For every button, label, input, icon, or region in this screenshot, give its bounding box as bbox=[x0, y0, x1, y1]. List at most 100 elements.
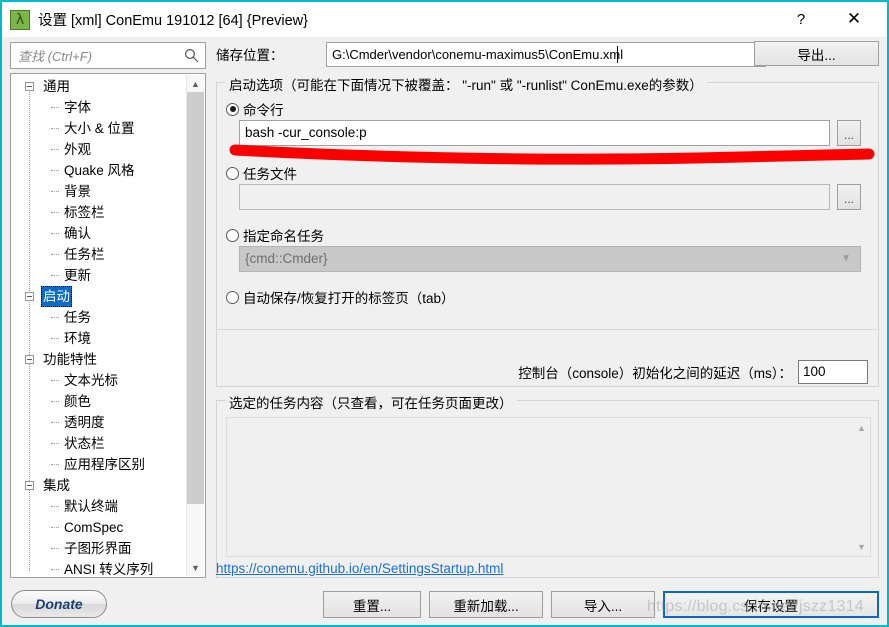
tree-item-label: 通用 bbox=[43, 79, 70, 94]
tree-item-15[interactable]: 颜色 bbox=[11, 391, 188, 412]
radio-label-auto-save-restore-tabs: 自动保存/恢复打开的标签页（tab） bbox=[243, 291, 455, 306]
named-task-combobox[interactable]: {cmd::Cmder} ▼ bbox=[239, 246, 861, 272]
radio-indicator-named-task[interactable] bbox=[226, 228, 239, 242]
command-line-browse-button[interactable]: ... bbox=[837, 120, 861, 146]
tree-item-label: 功能特性 bbox=[43, 352, 97, 367]
tree-item-11[interactable]: 任务 bbox=[11, 307, 188, 328]
tree-item-label: 标签栏 bbox=[64, 205, 105, 220]
tree-item-label: ComSpec bbox=[64, 520, 124, 535]
tree-item-label: 透明度 bbox=[64, 415, 105, 430]
scroll-down-icon[interactable]: ▼ bbox=[187, 559, 204, 576]
radio-auto-save-restore-tabs[interactable]: 自动保存/恢复打开的标签页（tab） bbox=[226, 287, 455, 307]
named-task-value: {cmd::Cmder} bbox=[245, 251, 328, 266]
tree-item-10[interactable]: 启动 bbox=[11, 286, 188, 307]
scroll-down-icon[interactable]: ▼ bbox=[853, 538, 870, 555]
tree-item-21[interactable]: ComSpec bbox=[11, 517, 188, 538]
scroll-up-icon[interactable]: ▲ bbox=[187, 75, 204, 92]
documentation-link[interactable]: https://conemu.github.io/en/SettingsStar… bbox=[216, 561, 503, 576]
chevron-down-icon: ▼ bbox=[841, 253, 851, 264]
tree-item-2[interactable]: 大小 & 位置 bbox=[11, 118, 188, 139]
settings-panel: 储存位置： G:\Cmder\vendor\conemu-maximus5\Co… bbox=[216, 40, 879, 578]
radio-named-task[interactable]: 指定命名任务 bbox=[226, 225, 324, 245]
tree-item-0[interactable]: 通用 bbox=[11, 76, 188, 97]
tree-item-label: 默认终端 bbox=[64, 499, 118, 514]
tree-items: 通用字体大小 & 位置 外观 Quake 风格 背景标签栏确认任务栏更新启动任务环境功… bbox=[11, 76, 188, 577]
tree-item-label: 大小 & 位置 bbox=[64, 121, 135, 136]
scroll-up-icon[interactable]: ▲ bbox=[853, 419, 870, 436]
tree-item-17[interactable]: 状态栏 bbox=[11, 433, 188, 454]
tree-item-12[interactable]: 环境 bbox=[11, 328, 188, 349]
task-file-browse-button[interactable]: ... bbox=[837, 184, 861, 210]
radio-indicator-task-file[interactable] bbox=[226, 166, 239, 180]
donate-button[interactable]: Donate bbox=[11, 590, 107, 618]
tree-item-label: 任务 bbox=[64, 310, 91, 325]
tree-item-14[interactable]: 文本光标 bbox=[11, 370, 188, 391]
tree-expander-icon[interactable] bbox=[25, 355, 34, 364]
save-settings-button[interactable]: 保存设置 bbox=[663, 591, 879, 618]
task-file-input[interactable] bbox=[239, 184, 830, 210]
close-icon[interactable]: ✕ bbox=[831, 2, 877, 36]
tree-item-label: ANSI 转义序列 bbox=[64, 562, 154, 577]
radio-task-file[interactable]: 任务文件 bbox=[226, 163, 297, 183]
settings-dialog-window: λ 设置 [xml] ConEmu 191012 [64] {Preview} … bbox=[0, 0, 889, 627]
tree-item-3[interactable]: 外观 bbox=[11, 139, 188, 160]
tree-item-label: 确认 bbox=[64, 226, 91, 241]
radio-label-command-line: 命令行 bbox=[243, 103, 284, 118]
scrollbar-thumb[interactable] bbox=[187, 92, 204, 504]
radio-label-task-file: 任务文件 bbox=[243, 167, 297, 182]
tree-item-label: 启动 bbox=[41, 286, 72, 307]
tree-item-20[interactable]: 默认终端 bbox=[11, 496, 188, 517]
tree-item-label: 应用程序区别 bbox=[64, 457, 145, 472]
tree-item-label: 子图形界面 bbox=[64, 541, 132, 556]
tree-item-label: Quake 风格 bbox=[64, 163, 135, 178]
tree-item-label: 外观 bbox=[64, 142, 91, 157]
reset-button[interactable]: 重置... bbox=[323, 591, 421, 618]
tree-item-label: 集成 bbox=[43, 478, 70, 493]
tree-item-label: 背景 bbox=[64, 184, 91, 199]
tree-item-4[interactable]: Quake 风格 bbox=[11, 160, 188, 181]
radio-command-line[interactable]: 命令行 bbox=[226, 99, 284, 119]
export-button[interactable]: 导出... bbox=[754, 41, 879, 66]
tree-item-18[interactable]: 应用程序区别 bbox=[11, 454, 188, 475]
task-content-view[interactable]: ▲ ▼ bbox=[226, 417, 871, 557]
tree-item-22[interactable]: 子图形界面 bbox=[11, 538, 188, 559]
tree-item-5[interactable]: 背景 bbox=[11, 181, 188, 202]
tree-item-label: 状态栏 bbox=[64, 436, 105, 451]
group-divider bbox=[218, 329, 877, 330]
save-location-field[interactable]: G:\Cmder\vendor\conemu-maximus5\ConEmu.x… bbox=[326, 41, 766, 67]
tree-scrollbar[interactable]: ▲ ▼ bbox=[186, 75, 204, 576]
settings-tree[interactable]: 通用字体大小 & 位置 外观 Quake 风格 背景标签栏确认任务栏更新启动任务环境功… bbox=[10, 73, 206, 578]
tree-item-13[interactable]: 功能特性 bbox=[11, 349, 188, 370]
command-line-input[interactable]: bash -cur_console:p bbox=[239, 120, 830, 146]
tree-item-19[interactable]: 集成 bbox=[11, 475, 188, 496]
tree-item-label: 颜色 bbox=[64, 394, 91, 409]
tree-item-label: 字体 bbox=[64, 100, 91, 115]
tree-item-label: 更新 bbox=[64, 268, 91, 283]
tree-expander-icon[interactable] bbox=[25, 481, 34, 490]
task-content-scrollbar[interactable]: ▲ ▼ bbox=[853, 418, 870, 556]
search-input[interactable]: 查找 (Ctrl+F) bbox=[10, 42, 206, 69]
console-delay-input[interactable]: 100 bbox=[798, 360, 868, 384]
radio-indicator-auto-save-restore-tabs[interactable] bbox=[226, 290, 239, 304]
radio-indicator-command-line[interactable] bbox=[226, 102, 239, 116]
import-button[interactable]: 导入... bbox=[551, 591, 655, 618]
reload-button[interactable]: 重新加载... bbox=[429, 591, 543, 618]
tree-item-9[interactable]: 更新 bbox=[11, 265, 188, 286]
tree-item-8[interactable]: 任务栏 bbox=[11, 244, 188, 265]
tree-item-23[interactable]: ANSI 转义序列 bbox=[11, 559, 188, 577]
window-title: 设置 [xml] ConEmu 191012 [64] {Preview} bbox=[38, 13, 308, 29]
tree-item-1[interactable]: 字体 bbox=[11, 97, 188, 118]
tree-item-label: 文本光标 bbox=[64, 373, 118, 388]
save-location-row: 储存位置： G:\Cmder\vendor\conemu-maximus5\Co… bbox=[216, 40, 879, 68]
search-icon[interactable] bbox=[180, 45, 202, 67]
tree-item-16[interactable]: 透明度 bbox=[11, 412, 188, 433]
startup-group-title: 启动选项（可能在下面情况下被覆盖： "-run" 或 "-runlist" Co… bbox=[225, 74, 707, 94]
tree-item-6[interactable]: 标签栏 bbox=[11, 202, 188, 223]
tree-expander-icon[interactable] bbox=[25, 82, 34, 91]
tree-item-7[interactable]: 确认 bbox=[11, 223, 188, 244]
search-placeholder: 查找 (Ctrl+F) bbox=[18, 49, 93, 64]
tree-expander-icon[interactable] bbox=[25, 292, 34, 301]
console-delay-label: 控制台（console）初始化之间的延迟（ms）： bbox=[518, 366, 792, 381]
tree-item-label: 环境 bbox=[64, 331, 91, 346]
help-icon[interactable]: ? bbox=[778, 2, 824, 36]
